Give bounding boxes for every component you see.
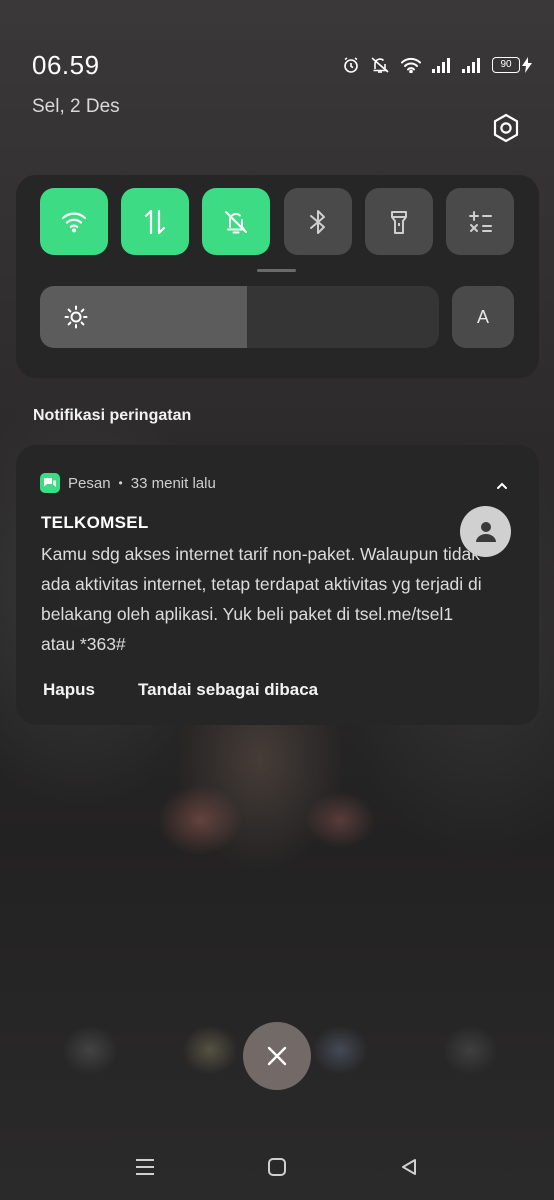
tile-mobile-data[interactable] — [121, 188, 189, 255]
messages-app-icon — [40, 473, 60, 493]
wifi-icon — [61, 212, 87, 232]
delete-button[interactable]: Hapus — [43, 680, 95, 700]
brightness-slider[interactable] — [40, 286, 439, 348]
bluetooth-icon — [310, 209, 325, 234]
mark-read-button[interactable]: Tandai sebagai dibaca — [138, 680, 318, 700]
signal-icon — [432, 57, 452, 73]
battery-level: 90 — [492, 57, 520, 73]
charging-icon — [522, 57, 532, 73]
wifi-icon — [400, 57, 422, 73]
mute-icon — [370, 56, 390, 74]
nav-back-button[interactable] — [394, 1152, 424, 1182]
tile-flashlight[interactable] — [365, 188, 433, 255]
tile-silent[interactable] — [202, 188, 270, 255]
status-bar: 06.59 90 — [32, 48, 532, 82]
calculator-icon — [469, 210, 492, 232]
date: Sel, 2 Des — [32, 96, 120, 117]
bell-off-icon — [225, 210, 247, 233]
close-icon — [267, 1046, 287, 1066]
notification-header: Pesan • 33 menit lalu — [40, 473, 216, 493]
notification-title: TELKOMSEL — [41, 513, 149, 532]
notification-card[interactable]: Pesan • 33 menit lalu TELKOMSEL Kamu sdg… — [16, 445, 539, 725]
settings-button[interactable] — [490, 112, 522, 144]
tile-calculator[interactable] — [446, 188, 514, 255]
alarm-icon — [342, 56, 360, 74]
status-icons: 90 — [342, 56, 532, 74]
notification-body: Kamu sdg akses internet tarif non-paket.… — [41, 544, 482, 654]
back-triangle-icon — [402, 1159, 416, 1175]
square-icon — [268, 1158, 286, 1176]
nav-home-button[interactable] — [262, 1152, 292, 1182]
sun-icon — [64, 305, 88, 334]
battery-icon: 90 — [492, 57, 532, 73]
auto-brightness-button[interactable]: A — [452, 286, 514, 348]
section-title: Notifikasi peringatan — [33, 407, 192, 424]
panel-handle[interactable] — [257, 269, 296, 272]
nav-recents-button[interactable] — [130, 1152, 160, 1182]
signal-icon — [462, 57, 482, 73]
flashlight-icon — [391, 210, 407, 234]
avatar — [460, 506, 511, 557]
data-arrows-icon — [144, 209, 166, 234]
chevron-up-icon[interactable] — [495, 478, 509, 496]
tile-bluetooth[interactable] — [284, 188, 352, 255]
app-name: Pesan — [68, 474, 111, 492]
person-icon — [475, 521, 496, 542]
tile-wifi[interactable] — [40, 188, 108, 255]
time-ago: 33 menit lalu — [130, 474, 216, 492]
clock: 06.59 — [32, 50, 100, 80]
separator: • — [118, 476, 123, 490]
dismiss-all-button[interactable] — [243, 1022, 311, 1090]
menu-icon — [136, 1159, 154, 1175]
quick-settings-panel: A — [16, 175, 539, 378]
gear-icon — [493, 113, 519, 143]
